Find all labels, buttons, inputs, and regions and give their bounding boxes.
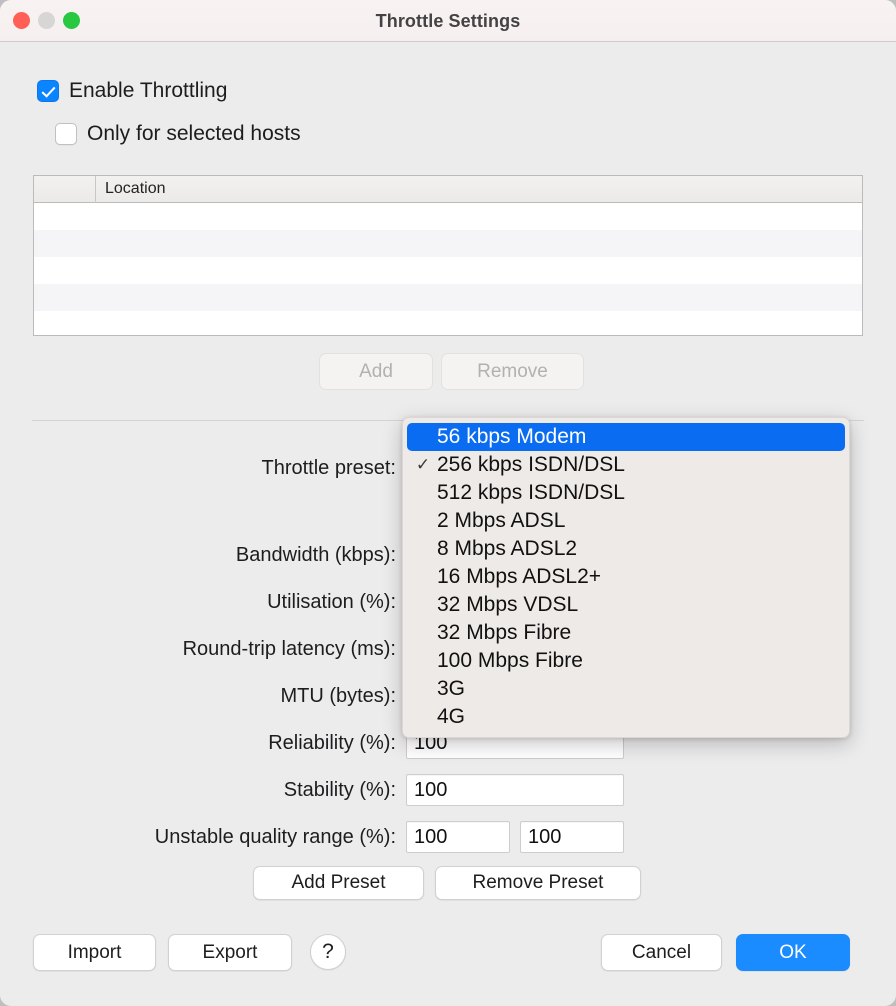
menu-item-label: 56 kbps Modem: [437, 425, 586, 449]
unstable-quality-range-label: Unstable quality range (%):: [0, 826, 406, 849]
mtu-label: MTU (bytes):: [0, 685, 406, 708]
hosts-table-header: Location: [34, 176, 862, 203]
menu-item-32-mbps-vdsl[interactable]: 32 Mbps VDSL: [403, 591, 849, 619]
menu-item-16-mbps-adsl2-plus[interactable]: 16 Mbps ADSL2+: [403, 563, 849, 591]
enable-throttling-label: Enable Throttling: [69, 79, 227, 103]
ok-button[interactable]: OK: [736, 934, 850, 971]
add-preset-button[interactable]: Add Preset: [253, 866, 424, 900]
round-trip-latency-label: Round-trip latency (ms):: [0, 638, 406, 661]
stability-input[interactable]: 100: [406, 774, 624, 806]
unstable-quality-min-input[interactable]: 100: [406, 821, 510, 853]
remove-preset-button[interactable]: Remove Preset: [435, 866, 641, 900]
help-button[interactable]: ?: [310, 934, 346, 970]
menu-item-label: 16 Mbps ADSL2+: [437, 565, 601, 589]
menu-item-3g[interactable]: 3G: [403, 675, 849, 703]
unstable-quality-range-row: Unstable quality range (%): 100 100: [0, 820, 896, 854]
export-button[interactable]: Export: [168, 934, 292, 971]
reliability-label: Reliability (%):: [0, 732, 406, 755]
menu-item-label: 8 Mbps ADSL2: [437, 537, 577, 561]
only-selected-hosts-row[interactable]: Only for selected hosts: [55, 122, 301, 146]
window-titlebar: Throttle Settings: [0, 0, 896, 42]
stability-label: Stability (%):: [0, 779, 406, 802]
hosts-table-body[interactable]: [34, 203, 862, 336]
throttle-preset-label: Throttle preset:: [0, 457, 406, 480]
hosts-table-column-handle[interactable]: [34, 176, 96, 203]
only-selected-hosts-checkbox[interactable]: [55, 123, 77, 145]
menu-item-100-mbps-fibre[interactable]: 100 Mbps Fibre: [403, 647, 849, 675]
enable-throttling-checkbox[interactable]: [37, 80, 59, 102]
cancel-button[interactable]: Cancel: [601, 934, 722, 971]
menu-item-56-kbps-modem[interactable]: 56 kbps Modem: [407, 423, 845, 451]
menu-item-label: 2 Mbps ADSL: [437, 509, 565, 533]
table-row[interactable]: [34, 311, 862, 336]
menu-item-8-mbps-adsl2[interactable]: 8 Mbps ADSL2: [403, 535, 849, 563]
stability-row: Stability (%): 100: [0, 773, 896, 807]
checkmark-icon: ✓: [409, 455, 437, 475]
utilisation-label: Utilisation (%):: [0, 591, 406, 614]
menu-item-label: 32 Mbps Fibre: [437, 621, 571, 645]
menu-item-32-mbps-fibre[interactable]: 32 Mbps Fibre: [403, 619, 849, 647]
menu-item-4g[interactable]: 4G: [403, 703, 849, 731]
menu-item-label: 100 Mbps Fibre: [437, 649, 583, 673]
unstable-quality-max-input[interactable]: 100: [520, 821, 624, 853]
import-button[interactable]: Import: [33, 934, 156, 971]
menu-item-2-mbps-adsl[interactable]: 2 Mbps ADSL: [403, 507, 849, 535]
menu-item-label: 512 kbps ISDN/DSL: [437, 481, 625, 505]
remove-host-button[interactable]: Remove: [441, 353, 584, 390]
bandwidth-label: Bandwidth (kbps):: [0, 544, 406, 567]
menu-item-256-kbps-isdn-dsl[interactable]: ✓ 256 kbps ISDN/DSL: [403, 451, 849, 479]
menu-item-label: 32 Mbps VDSL: [437, 593, 578, 617]
window-title: Throttle Settings: [0, 0, 896, 42]
menu-item-label: 256 kbps ISDN/DSL: [437, 453, 625, 477]
table-row[interactable]: [34, 257, 862, 284]
throttle-preset-dropdown-menu[interactable]: 56 kbps Modem ✓ 256 kbps ISDN/DSL 512 kb…: [402, 417, 850, 738]
table-row[interactable]: [34, 203, 862, 230]
table-row[interactable]: [34, 284, 862, 311]
menu-item-label: 3G: [437, 677, 465, 701]
enable-throttling-row[interactable]: Enable Throttling: [37, 79, 227, 103]
menu-item-512-kbps-isdn-dsl[interactable]: 512 kbps ISDN/DSL: [403, 479, 849, 507]
throttle-settings-window: Throttle Settings Enable Throttling Only…: [0, 0, 896, 1006]
hosts-table[interactable]: Location: [33, 175, 863, 336]
hosts-table-column-location[interactable]: Location: [96, 180, 166, 198]
add-host-button[interactable]: Add: [319, 353, 433, 390]
only-selected-hosts-label: Only for selected hosts: [87, 122, 301, 146]
menu-item-label: 4G: [437, 705, 465, 729]
table-row[interactable]: [34, 230, 862, 257]
